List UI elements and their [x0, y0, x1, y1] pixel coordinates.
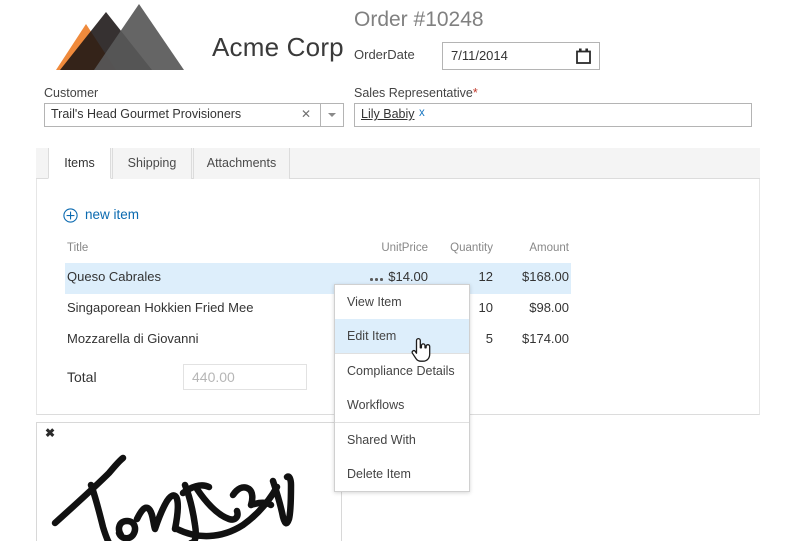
company-name: Acme Corp: [212, 32, 344, 63]
menu-item-workflows[interactable]: Workflows: [335, 388, 469, 422]
page-header: Acme Corp Order #10248 OrderDate 7/11/20…: [0, 0, 800, 82]
signature-image: [37, 433, 342, 541]
column-header-unitprice[interactable]: UnitPrice: [381, 242, 428, 254]
tab-shipping[interactable]: Shipping: [112, 148, 192, 179]
table-header-row: Title UnitPrice Quantity Amount: [65, 241, 571, 263]
required-marker: *: [473, 86, 478, 100]
brand-logo: Acme Corp: [44, 2, 344, 74]
cell-title: Queso Cabrales: [67, 269, 161, 284]
menu-item-edit-item[interactable]: Edit Item: [335, 319, 469, 353]
cell-quantity: 5: [486, 331, 493, 346]
column-header-amount[interactable]: Amount: [529, 242, 569, 254]
close-icon[interactable]: ✖: [45, 426, 55, 440]
sales-representative-label-text: Sales Representative: [354, 86, 473, 100]
remove-person-icon[interactable]: x: [419, 107, 425, 119]
table-row[interactable]: Mozzarella di Giovanni $34.80 5 $174.00: [65, 325, 571, 356]
orderdate-value: 7/11/2014: [451, 48, 508, 63]
page-title: Order #10248: [354, 8, 484, 32]
cell-quantity: 10: [479, 300, 493, 315]
customer-combobox[interactable]: Trail's Head Gourmet Provisioners ✕: [44, 103, 344, 127]
new-item-label: new item: [85, 207, 139, 222]
column-header-quantity[interactable]: Quantity: [450, 242, 493, 254]
total-input[interactable]: 440.00: [183, 364, 307, 390]
signature-panel: ✖: [36, 422, 342, 541]
tab-attachments[interactable]: Attachments: [193, 148, 290, 179]
cell-amount: $98.00: [529, 300, 569, 315]
cell-title: Singaporean Hokkien Fried Mee: [67, 300, 253, 315]
orderdate-label: OrderDate: [354, 47, 415, 62]
chevron-down-glyph: [328, 113, 336, 117]
mountain-logo-icon: [44, 2, 184, 70]
customer-value: Trail's Head Gourmet Provisioners: [51, 107, 241, 121]
cell-amount: $168.00: [522, 269, 569, 284]
orderdate-input[interactable]: 7/11/2014: [442, 42, 600, 70]
menu-item-shared-with[interactable]: Shared With: [335, 423, 469, 457]
clear-icon[interactable]: ✕: [301, 107, 311, 121]
total-value: 440.00: [192, 369, 235, 385]
menu-item-view-item[interactable]: View Item: [335, 285, 469, 319]
person-chip-name[interactable]: Lily Babiy: [361, 107, 415, 121]
table-row[interactable]: Singaporean Hokkien Fried Mee $9.80 10 $…: [65, 294, 571, 325]
menu-item-delete-item[interactable]: Delete Item: [335, 457, 469, 491]
cell-quantity: 12: [479, 269, 493, 284]
menu-item-compliance-details[interactable]: Compliance Details: [335, 354, 469, 388]
customer-label: Customer: [44, 86, 98, 100]
total-label: Total: [67, 369, 97, 385]
table-row[interactable]: Queso Cabrales $14.00 12 $168.00: [65, 263, 571, 294]
calendar-icon[interactable]: [576, 48, 591, 64]
tab-strip: Items Shipping Attachments: [36, 148, 760, 179]
row-menu-icon[interactable]: [369, 274, 387, 284]
cell-title: Mozzarella di Giovanni: [67, 331, 199, 346]
column-header-title[interactable]: Title: [67, 242, 88, 254]
chevron-down-icon[interactable]: [320, 104, 343, 126]
tab-items[interactable]: Items: [48, 148, 111, 179]
cell-unitprice: $14.00: [388, 269, 428, 284]
plus-circle-icon: [63, 208, 78, 223]
cell-amount: $174.00: [522, 331, 569, 346]
sales-representative-label: Sales Representative*: [354, 86, 478, 100]
sales-representative-input[interactable]: Lily Babiy x: [354, 103, 752, 127]
row-context-menu: View Item Edit Item Compliance Details W…: [334, 284, 470, 492]
items-table: Title UnitPrice Quantity Amount Queso Ca…: [65, 241, 571, 356]
